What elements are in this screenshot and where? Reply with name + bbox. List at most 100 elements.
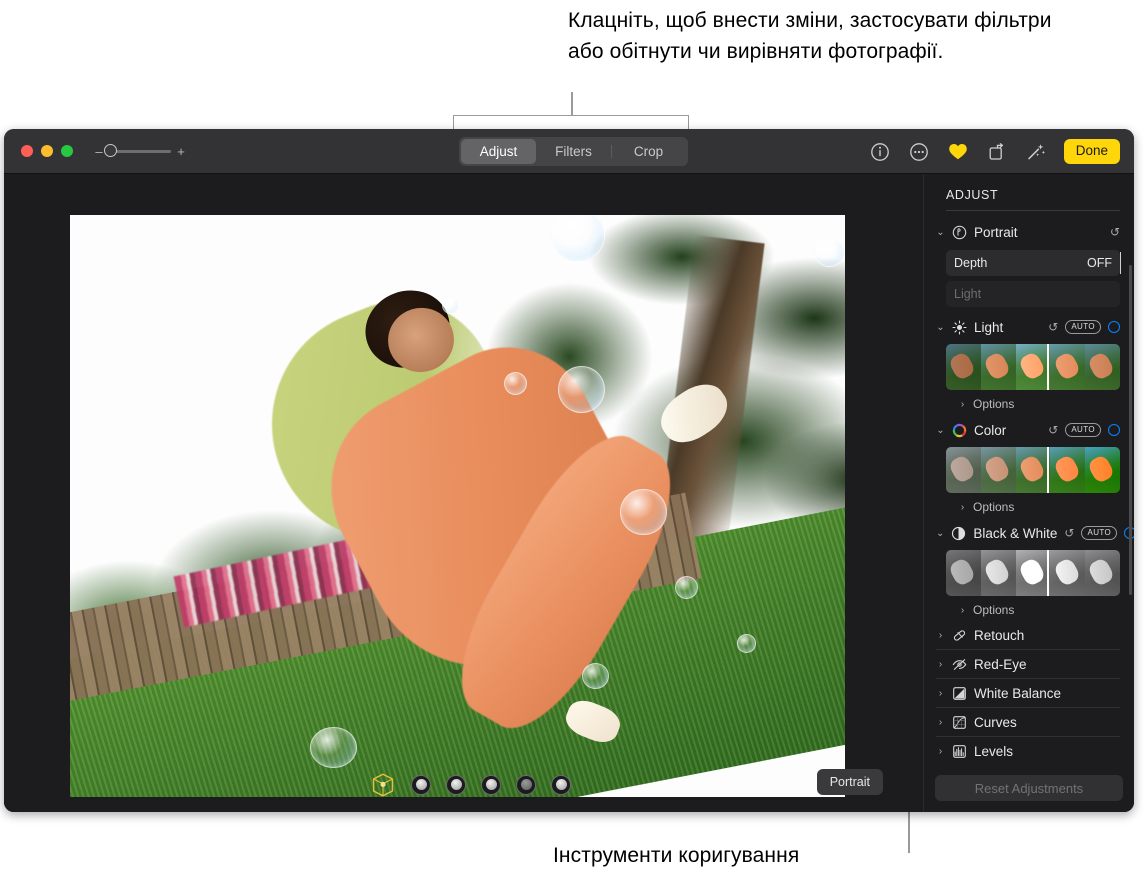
- chevron-down-icon[interactable]: ⌄: [936, 425, 945, 436]
- info-icon[interactable]: [869, 141, 891, 163]
- callout-bottom-text: Інструменти коригування: [553, 844, 800, 867]
- portrait-aperture-icon: [952, 225, 967, 240]
- filmstrip-playhead[interactable]: [1046, 550, 1049, 596]
- photos-editor-window: – + Adjust Filters Crop Done Portrait AD…: [4, 129, 1134, 812]
- favorite-heart-icon[interactable]: [947, 141, 969, 163]
- portrait-light-field-label: Light: [954, 287, 982, 301]
- tab-adjust[interactable]: Adjust: [461, 139, 536, 164]
- chevron-right-icon[interactable]: ›: [936, 659, 945, 670]
- color-options-row[interactable]: › Options: [936, 496, 1120, 518]
- light-options-row[interactable]: › Options: [936, 393, 1120, 415]
- natural-light-icon[interactable]: [370, 772, 396, 798]
- black-and-white-options-row[interactable]: › Options: [936, 599, 1120, 621]
- chevron-down-icon[interactable]: ⌄: [936, 227, 945, 238]
- section-light[interactable]: ⌄ Light ↺ AUTO › Options: [924, 312, 1134, 415]
- close-button[interactable]: [21, 145, 33, 157]
- zoom-slider[interactable]: – +: [95, 144, 185, 158]
- studio-light-icon[interactable]: [411, 774, 431, 795]
- list-item-white-balance[interactable]: › White Balance: [936, 679, 1120, 708]
- revert-icon[interactable]: ↺: [1048, 320, 1058, 334]
- auto-badge[interactable]: AUTO: [1065, 320, 1101, 334]
- collapsed-adjustments-list[interactable]: › Retouch › Red-Eye › White Balance › Cu…: [924, 621, 1134, 764]
- minimize-button[interactable]: [41, 145, 53, 157]
- portrait-lighting-bar[interactable]: Portrait: [4, 757, 923, 812]
- section-black-and-white-header[interactable]: ⌄ Black & White ↺ AUTO: [936, 518, 1134, 548]
- contour-light-icon[interactable]: [446, 774, 466, 795]
- chevron-right-icon[interactable]: ›: [936, 688, 945, 699]
- section-portrait-controls[interactable]: ↺: [1110, 225, 1120, 239]
- adjust-panel-scroll-area[interactable]: ⌄ Portrait ↺ Depth OFF Light ⌄ Light ↺ A…: [924, 211, 1134, 764]
- depth-field[interactable]: Depth OFF: [946, 250, 1121, 276]
- zoom-slider-track[interactable]: [104, 144, 171, 157]
- section-color-controls[interactable]: ↺ AUTO: [1048, 423, 1120, 437]
- revert-icon[interactable]: ↺: [1064, 526, 1074, 540]
- chevron-right-icon[interactable]: ›: [958, 502, 967, 513]
- section-color[interactable]: ⌄ Color ↺ AUTO › Options: [924, 415, 1134, 518]
- list-item-levels[interactable]: › Levels: [936, 737, 1120, 764]
- zoom-slider-knob[interactable]: [104, 144, 117, 157]
- retouch-bandage-icon: [952, 628, 967, 643]
- auto-badge[interactable]: AUTO: [1065, 423, 1101, 437]
- color-options-label: Options: [973, 500, 1015, 514]
- levels-icon: [952, 744, 967, 759]
- section-toggle-ring[interactable]: [1108, 321, 1120, 333]
- callout-top-text: Клацніть, щоб внести зміни, застосувати …: [568, 9, 1052, 63]
- adjust-panel-scrollbar[interactable]: [1129, 265, 1132, 595]
- revert-icon[interactable]: ↺: [1048, 423, 1058, 437]
- photo-canvas-area[interactable]: Portrait: [4, 174, 923, 812]
- section-color-label: Color: [974, 422, 1007, 438]
- list-item-levels-label: Levels: [974, 743, 1014, 759]
- section-portrait-header[interactable]: ⌄ Portrait ↺: [936, 217, 1120, 247]
- zoom-out-icon[interactable]: –: [95, 145, 103, 158]
- list-item-curves-label: Curves: [974, 714, 1017, 730]
- rotate-icon[interactable]: [986, 141, 1008, 163]
- section-light-controls[interactable]: ↺ AUTO: [1048, 320, 1120, 334]
- photo-image[interactable]: [70, 215, 845, 797]
- chevron-right-icon[interactable]: ›: [936, 630, 945, 641]
- section-light-label: Light: [974, 319, 1004, 335]
- chevron-right-icon[interactable]: ›: [958, 605, 967, 616]
- stage-light-icon[interactable]: [481, 774, 501, 795]
- reset-adjustments-button[interactable]: Reset Adjustments: [935, 775, 1123, 801]
- chevron-right-icon[interactable]: ›: [936, 717, 945, 728]
- chevron-down-icon[interactable]: ⌄: [936, 528, 944, 539]
- section-color-header[interactable]: ⌄ Color ↺ AUTO: [936, 415, 1120, 445]
- section-black-and-white-controls[interactable]: ↺ AUTO: [1064, 526, 1134, 540]
- more-options-icon[interactable]: [908, 141, 930, 163]
- chevron-right-icon[interactable]: ›: [958, 399, 967, 410]
- portrait-light-field[interactable]: Light: [946, 281, 1120, 307]
- zoom-button[interactable]: [61, 145, 73, 157]
- tab-filters[interactable]: Filters: [536, 139, 611, 164]
- zoom-in-icon[interactable]: +: [177, 145, 185, 158]
- section-toggle-ring[interactable]: [1108, 424, 1120, 436]
- brightness-sun-icon: [952, 319, 967, 335]
- filmstrip-playhead[interactable]: [1046, 447, 1049, 493]
- curves-icon: [952, 715, 967, 730]
- light-options-label: Options: [973, 397, 1015, 411]
- section-portrait[interactable]: ⌄ Portrait ↺ Depth OFF Light: [924, 217, 1134, 307]
- tab-crop[interactable]: Crop: [611, 139, 686, 164]
- auto-enhance-icon[interactable]: [1025, 141, 1047, 163]
- list-item-retouch[interactable]: › Retouch: [936, 621, 1120, 650]
- chevron-down-icon[interactable]: ⌄: [936, 322, 945, 333]
- filmstrip-playhead[interactable]: [1046, 344, 1049, 390]
- light-filmstrip-slider[interactable]: [946, 344, 1120, 390]
- portrait-mode-badge[interactable]: Portrait: [816, 769, 883, 795]
- list-item-curves[interactable]: › Curves: [936, 708, 1120, 737]
- revert-icon[interactable]: ↺: [1110, 225, 1120, 239]
- lighting-options-list[interactable]: [370, 772, 571, 798]
- editor-body: Portrait ADJUST ⌄ Portrait ↺ Depth OFF L…: [4, 174, 1134, 812]
- stage-light-mono-icon[interactable]: [516, 774, 536, 795]
- auto-badge[interactable]: AUTO: [1081, 526, 1118, 540]
- high-key-light-mono-icon[interactable]: [551, 774, 571, 795]
- section-light-header[interactable]: ⌄ Light ↺ AUTO: [936, 312, 1120, 342]
- section-black-and-white[interactable]: ⌄ Black & White ↺ AUTO › Options: [924, 518, 1134, 621]
- chevron-right-icon[interactable]: ›: [936, 746, 945, 757]
- callout-top-leader-stem: [571, 92, 573, 116]
- color-filmstrip-slider[interactable]: [946, 447, 1120, 493]
- mode-segmented-control[interactable]: Adjust Filters Crop: [459, 137, 688, 166]
- black-and-white-filmstrip-slider[interactable]: [946, 550, 1120, 596]
- list-item-red-eye-label: Red-Eye: [974, 656, 1027, 672]
- list-item-red-eye[interactable]: › Red-Eye: [936, 650, 1120, 679]
- done-button[interactable]: Done: [1063, 139, 1120, 164]
